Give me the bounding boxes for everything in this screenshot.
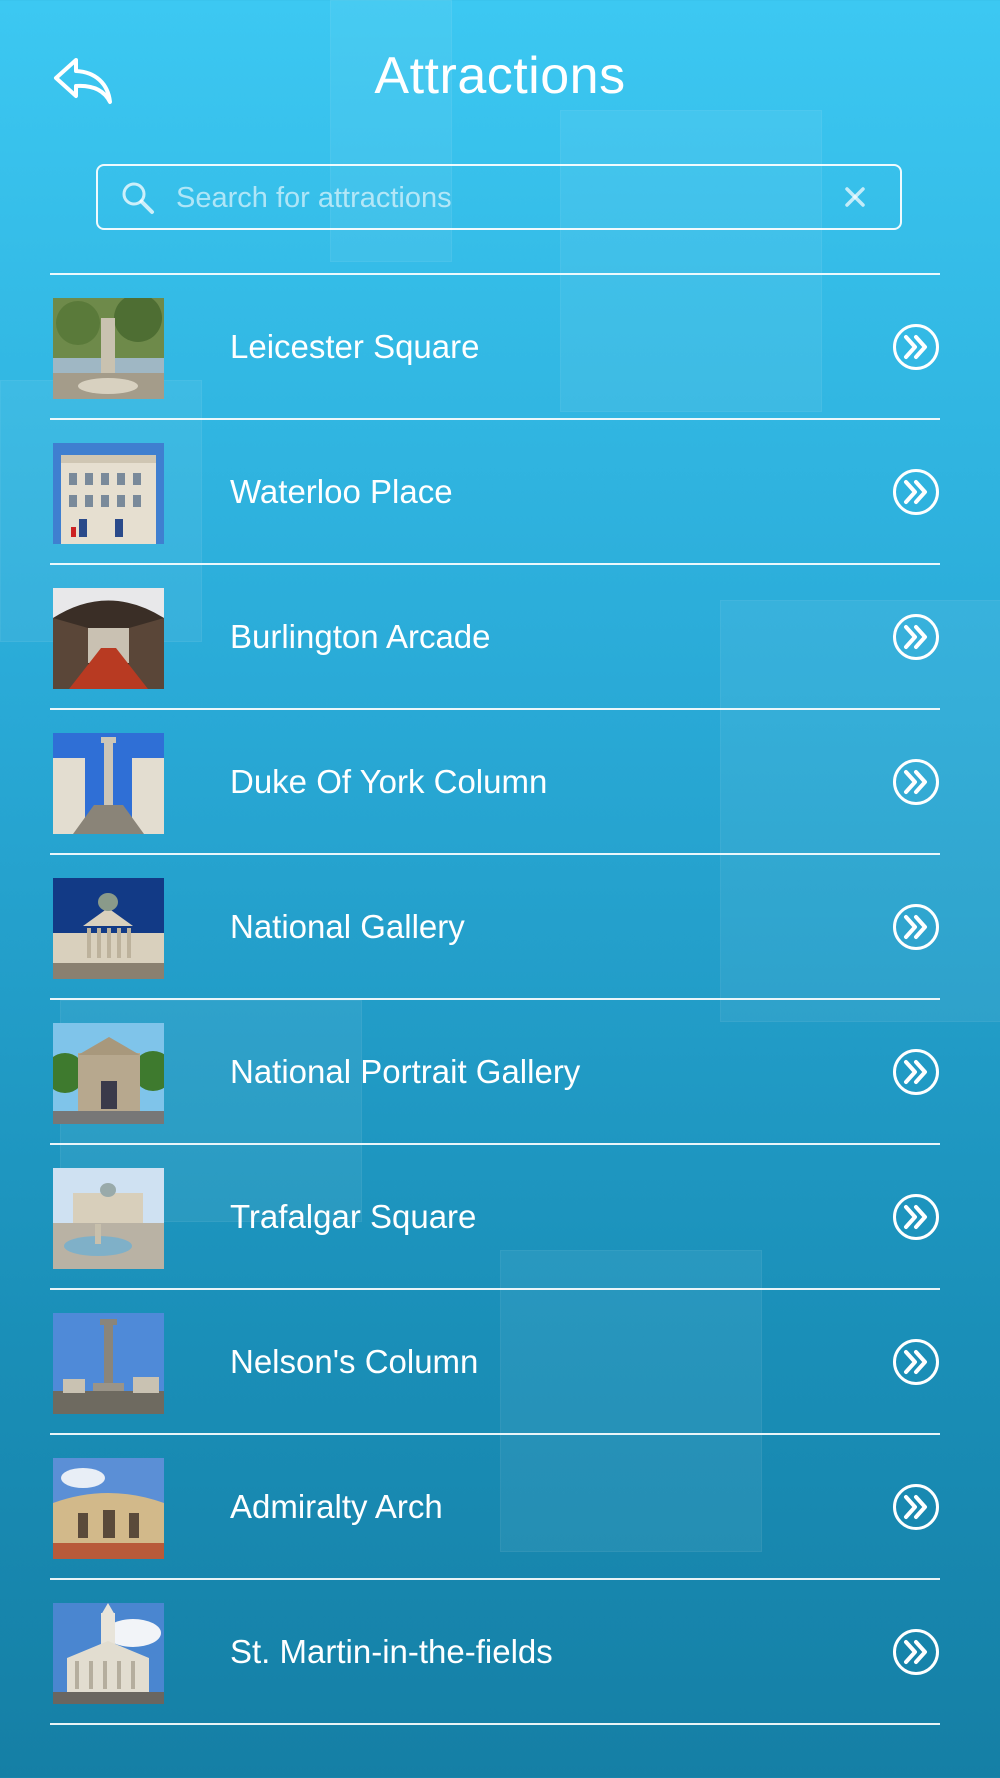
attraction-name: Leicester Square — [230, 328, 480, 365]
attraction-name: National Portrait Gallery — [230, 1053, 581, 1090]
attraction-thumbnail — [53, 878, 164, 979]
attraction-item[interactable]: Leicester Square — [50, 275, 940, 418]
double-chevron-right-icon[interactable] — [892, 468, 940, 516]
search-icon — [122, 182, 154, 214]
attraction-name: Admiralty Arch — [230, 1488, 443, 1525]
attraction-thumbnail — [53, 733, 164, 834]
attraction-item[interactable]: Burlington Arcade — [50, 565, 940, 708]
attraction-thumbnail — [53, 298, 164, 399]
attraction-thumbnail — [53, 1023, 164, 1124]
attraction-item[interactable]: Nelson's Column — [50, 1290, 940, 1433]
clear-search-button[interactable] — [840, 182, 870, 212]
double-chevron-right-icon[interactable] — [892, 613, 940, 661]
attraction-thumbnail — [53, 1168, 164, 1269]
attraction-thumbnail — [53, 1603, 164, 1704]
attraction-item[interactable]: Trafalgar Square — [50, 1145, 940, 1288]
double-chevron-right-icon[interactable] — [892, 1048, 940, 1096]
attraction-item[interactable]: Duke Of York Column — [50, 710, 940, 853]
attraction-item[interactable]: National Gallery — [50, 855, 940, 998]
attraction-item[interactable]: Waterloo Place — [50, 420, 940, 563]
attraction-item[interactable]: National Portrait Gallery — [50, 1000, 940, 1143]
double-chevron-right-icon[interactable] — [892, 1628, 940, 1676]
attraction-name: Burlington Arcade — [230, 618, 491, 655]
double-chevron-right-icon[interactable] — [892, 1483, 940, 1531]
attraction-thumbnail — [53, 1458, 164, 1559]
double-chevron-right-icon[interactable] — [892, 1338, 940, 1386]
header-bar: Attractions — [0, 0, 1000, 160]
divider — [50, 1723, 940, 1725]
double-chevron-right-icon[interactable] — [892, 758, 940, 806]
attraction-thumbnail — [53, 443, 164, 544]
search-input[interactable] — [176, 174, 816, 222]
attraction-thumbnail — [53, 1313, 164, 1414]
search-bar — [96, 164, 902, 230]
attraction-item[interactable]: Admiralty Arch — [50, 1435, 940, 1578]
page-title: Attractions — [374, 47, 626, 105]
attraction-name: Trafalgar Square — [230, 1198, 477, 1235]
attraction-thumbnail — [53, 588, 164, 689]
attraction-name: Duke Of York Column — [230, 763, 548, 800]
attractions-list: Leicester Square Waterloo Place Burlingt… — [50, 273, 940, 1725]
attraction-item[interactable]: St. Martin-in-the-fields — [50, 1580, 940, 1723]
double-chevron-right-icon[interactable] — [892, 323, 940, 371]
attraction-name: St. Martin-in-the-fields — [230, 1633, 553, 1670]
double-chevron-right-icon[interactable] — [892, 1193, 940, 1241]
double-chevron-right-icon[interactable] — [892, 903, 940, 951]
attraction-name: Waterloo Place — [230, 473, 453, 510]
attraction-name: National Gallery — [230, 908, 465, 945]
attraction-name: Nelson's Column — [230, 1343, 479, 1380]
